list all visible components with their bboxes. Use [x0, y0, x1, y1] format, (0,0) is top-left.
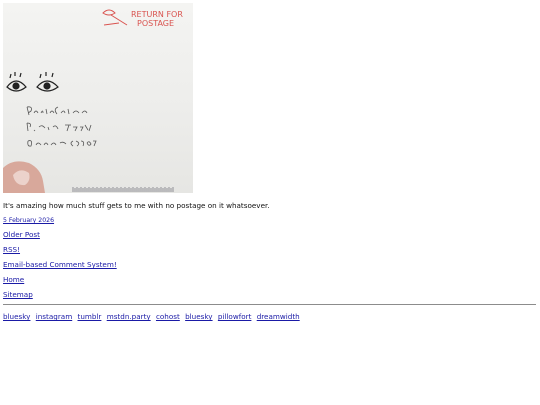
older-post-link[interactable]: Older Post: [3, 230, 40, 239]
envelope-image: RETURN FOR POSTAGE: [3, 9, 183, 193]
social-link-bluesky[interactable]: bluesky: [3, 312, 30, 321]
older-post-wrap: Older Post: [3, 230, 40, 239]
social-link-bluesky-2[interactable]: bluesky: [185, 312, 212, 321]
home-link[interactable]: Home: [3, 275, 24, 284]
social-link-cohost[interactable]: cohost: [156, 312, 180, 321]
thumb: [3, 161, 45, 193]
eyes-drawing: [6, 72, 59, 92]
sitemap-wrap: Sitemap: [3, 290, 33, 299]
envelope-photo: RETURN FOR POSTAGE: [3, 3, 193, 193]
page: RETURN FOR POSTAGE It's amazing how much…: [0, 0, 540, 405]
return-stamp: [102, 9, 128, 26]
stamp-text-2: POSTAGE: [137, 19, 174, 28]
social-link-instagram[interactable]: instagram: [36, 312, 72, 321]
stamp-text-1: RETURN FOR: [131, 10, 183, 19]
social-link-pillowfort[interactable]: pillowfort: [218, 312, 252, 321]
email-comment-link[interactable]: Email-based Comment System!: [3, 260, 117, 269]
social-link-dreamwidth[interactable]: dreamwidth: [257, 312, 300, 321]
home-wrap: Home: [3, 275, 24, 284]
post-date-link-wrap: 5 February 2026: [3, 216, 54, 225]
sitemap-link[interactable]: Sitemap: [3, 290, 33, 299]
rss-wrap: RSS!: [3, 245, 20, 254]
barcode: [72, 187, 174, 192]
post-date-link[interactable]: 5 February 2026: [3, 217, 54, 224]
handwritten-address: [26, 106, 97, 147]
post-caption: It's amazing how much stuff gets to me w…: [3, 201, 270, 210]
social-links: bluesky instagram tumblr mstdn.party coh…: [3, 312, 303, 321]
rss-link[interactable]: RSS!: [3, 245, 20, 254]
email-comment-wrap: Email-based Comment System!: [3, 260, 117, 269]
social-link-tumblr[interactable]: tumblr: [78, 312, 102, 321]
social-link-mstdn[interactable]: mstdn.party: [107, 312, 151, 321]
footer-divider: [3, 304, 536, 305]
